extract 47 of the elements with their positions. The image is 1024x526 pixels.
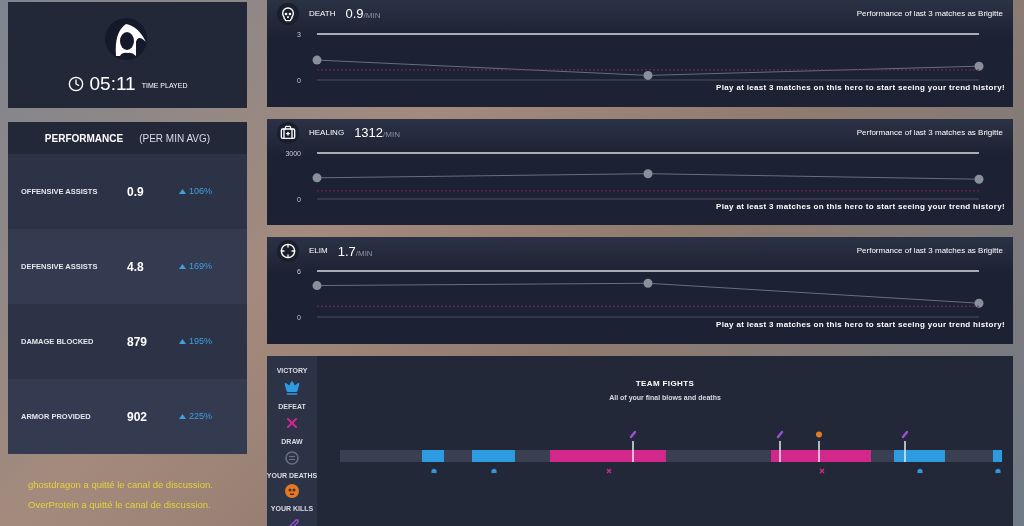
stat-value: 1.7: [337, 242, 356, 261]
stat-value: 0.9: [127, 183, 145, 201]
data-point: [974, 61, 984, 71]
data-point: [974, 299, 984, 309]
unit-label: /MIN: [363, 11, 381, 23]
clock-icon: [67, 76, 84, 92]
performance-title: PERFORMANCE: [44, 131, 124, 146]
data-point: [643, 279, 653, 289]
skull-icon: [285, 484, 299, 498]
chart-caption: Performance of last 3 matches as Brigitte: [856, 126, 1003, 139]
unit-label: /MIN: [355, 248, 373, 260]
chat-message: ghostdragon a quitté le canal de discussion.: [28, 478, 214, 492]
stat-value: 879: [127, 333, 149, 351]
equals-circle-icon: [285, 450, 299, 465]
stat-label: DEATH: [309, 8, 336, 20]
stat-value: 1312: [354, 123, 384, 142]
stat-value: 0.9: [345, 5, 364, 24]
stat-change: 106%: [189, 184, 213, 198]
chart-caption: Performance of last 3 matches as Brigitte: [856, 245, 1003, 258]
up-triangle-icon: [179, 189, 186, 194]
team-fights-title: TEAM FIGHTS: [635, 378, 695, 390]
stat-label: ELIM: [309, 245, 328, 258]
crown-icon: [284, 379, 300, 396]
stat-change: 195%: [189, 334, 213, 348]
trend-notice: Play at least 3 matches on this hero to start seeing your trend history!: [716, 82, 1005, 94]
chart-caption: Performance of last 3 matches as Brigitte: [856, 8, 1003, 20]
up-triangle-icon: [179, 414, 186, 419]
unit-label: /MIN: [383, 129, 400, 141]
stat-change: 169%: [189, 259, 213, 273]
data-point: [643, 168, 653, 178]
data-point: [974, 174, 984, 184]
data-point: [312, 173, 322, 182]
stat-label: HEALING: [309, 126, 345, 139]
cross-icon: [284, 415, 300, 431]
trend-notice: Play at least 3 matches on this hero to start seeing your trend history!: [716, 200, 1005, 213]
up-triangle-icon: [179, 264, 186, 269]
stat-value: 902: [127, 408, 149, 426]
chat-message: OverProtein a quitté le canal de discussion.: [28, 498, 212, 513]
data-point: [643, 70, 653, 80]
time-played-value: 05:11: [89, 71, 136, 96]
stat-change: 225%: [189, 409, 213, 423]
stat-value: 4.8: [127, 258, 145, 276]
trend-notice: Play at least 3 matches on this hero to start seeing your trend history!: [716, 319, 1005, 332]
performance-subtitle: (PER MIN AVG): [139, 131, 211, 146]
data-point: [312, 281, 322, 291]
data-point: [312, 55, 322, 65]
up-triangle-icon: [179, 339, 186, 344]
